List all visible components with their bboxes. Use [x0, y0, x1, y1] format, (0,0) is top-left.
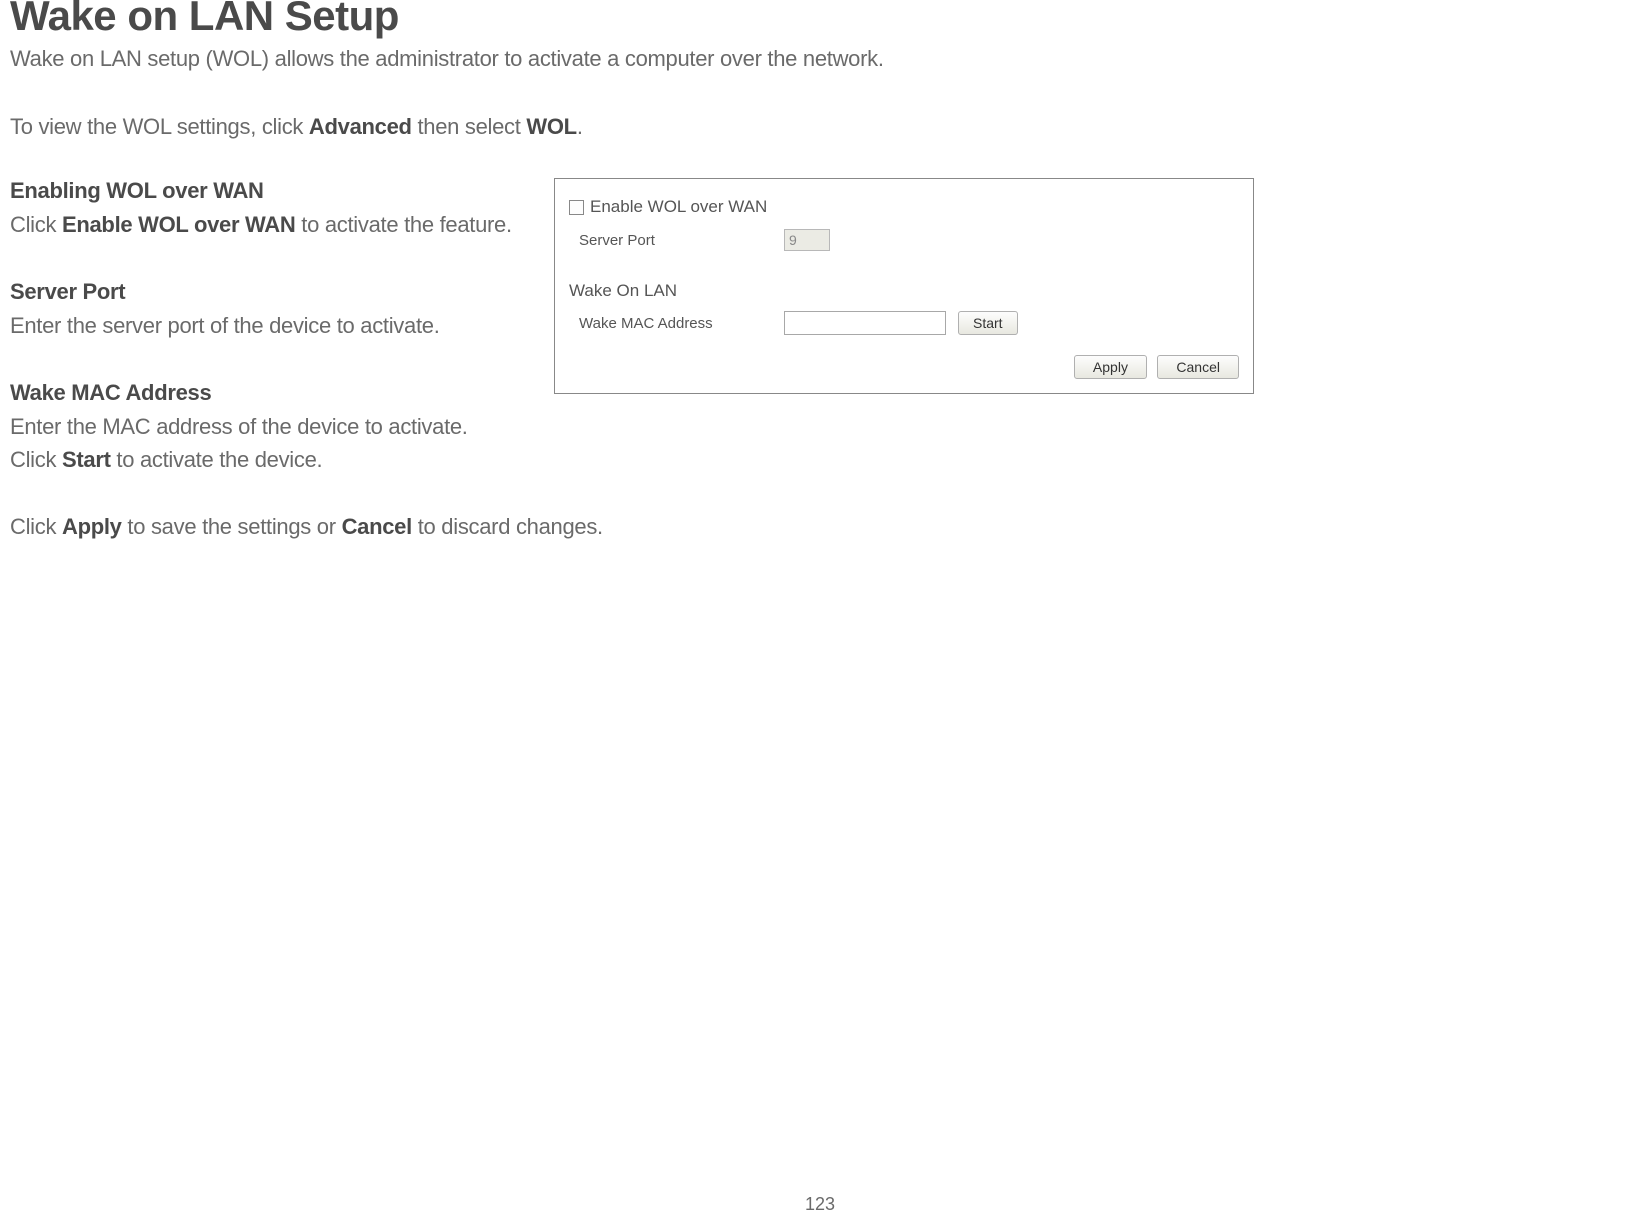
sec1-bold: Enable WOL over WAN: [62, 212, 296, 237]
final-post: to discard changes.: [412, 514, 603, 539]
section2-text: Enter the server port of the device to a…: [10, 309, 530, 342]
server-port-input: [784, 229, 830, 251]
sec3-pre: Click: [10, 447, 62, 472]
final-instruction: Click Apply to save the settings or Canc…: [10, 514, 1630, 540]
nav-wol: WOL: [526, 114, 576, 139]
cancel-button[interactable]: Cancel: [1157, 355, 1239, 379]
wol-settings-panel: Enable WOL over WAN Server Port Wake On …: [554, 178, 1254, 394]
sec3-post: to activate the device.: [111, 447, 323, 472]
nav-post: .: [577, 114, 583, 139]
mac-address-label: Wake MAC Address: [579, 315, 784, 332]
final-pre: Click: [10, 514, 62, 539]
page-title: Wake on LAN Setup: [10, 0, 1630, 40]
wol-section-header: Wake On LAN: [569, 281, 1239, 301]
enable-wol-checkbox[interactable]: [569, 200, 584, 215]
apply-button[interactable]: Apply: [1074, 355, 1147, 379]
sec1-post: to activate the feature.: [295, 212, 511, 237]
nav-advanced: Advanced: [309, 114, 412, 139]
mac-address-input[interactable]: [784, 311, 946, 335]
sec3-line1: Enter the MAC address of the device to a…: [10, 414, 468, 439]
nav-mid: then select: [412, 114, 527, 139]
nav-instruction: To view the WOL settings, click Advanced…: [10, 114, 1630, 140]
page-number: 123: [805, 1194, 835, 1215]
sec3-bold: Start: [62, 447, 111, 472]
section3-text: Enter the MAC address of the device to a…: [10, 410, 530, 476]
start-button[interactable]: Start: [958, 311, 1018, 335]
nav-pre: To view the WOL settings, click: [10, 114, 309, 139]
final-apply: Apply: [62, 514, 122, 539]
enable-wol-label: Enable WOL over WAN: [590, 197, 767, 217]
sec1-pre: Click: [10, 212, 62, 237]
server-port-label: Server Port: [579, 232, 784, 249]
intro-text: Wake on LAN setup (WOL) allows the admin…: [10, 46, 1630, 72]
section2-title: Server Port: [10, 279, 530, 305]
final-mid: to save the settings or: [122, 514, 342, 539]
section1-title: Enabling WOL over WAN: [10, 178, 530, 204]
final-cancel: Cancel: [342, 514, 412, 539]
section3-title: Wake MAC Address: [10, 380, 530, 406]
section1-text: Click Enable WOL over WAN to activate th…: [10, 208, 530, 241]
